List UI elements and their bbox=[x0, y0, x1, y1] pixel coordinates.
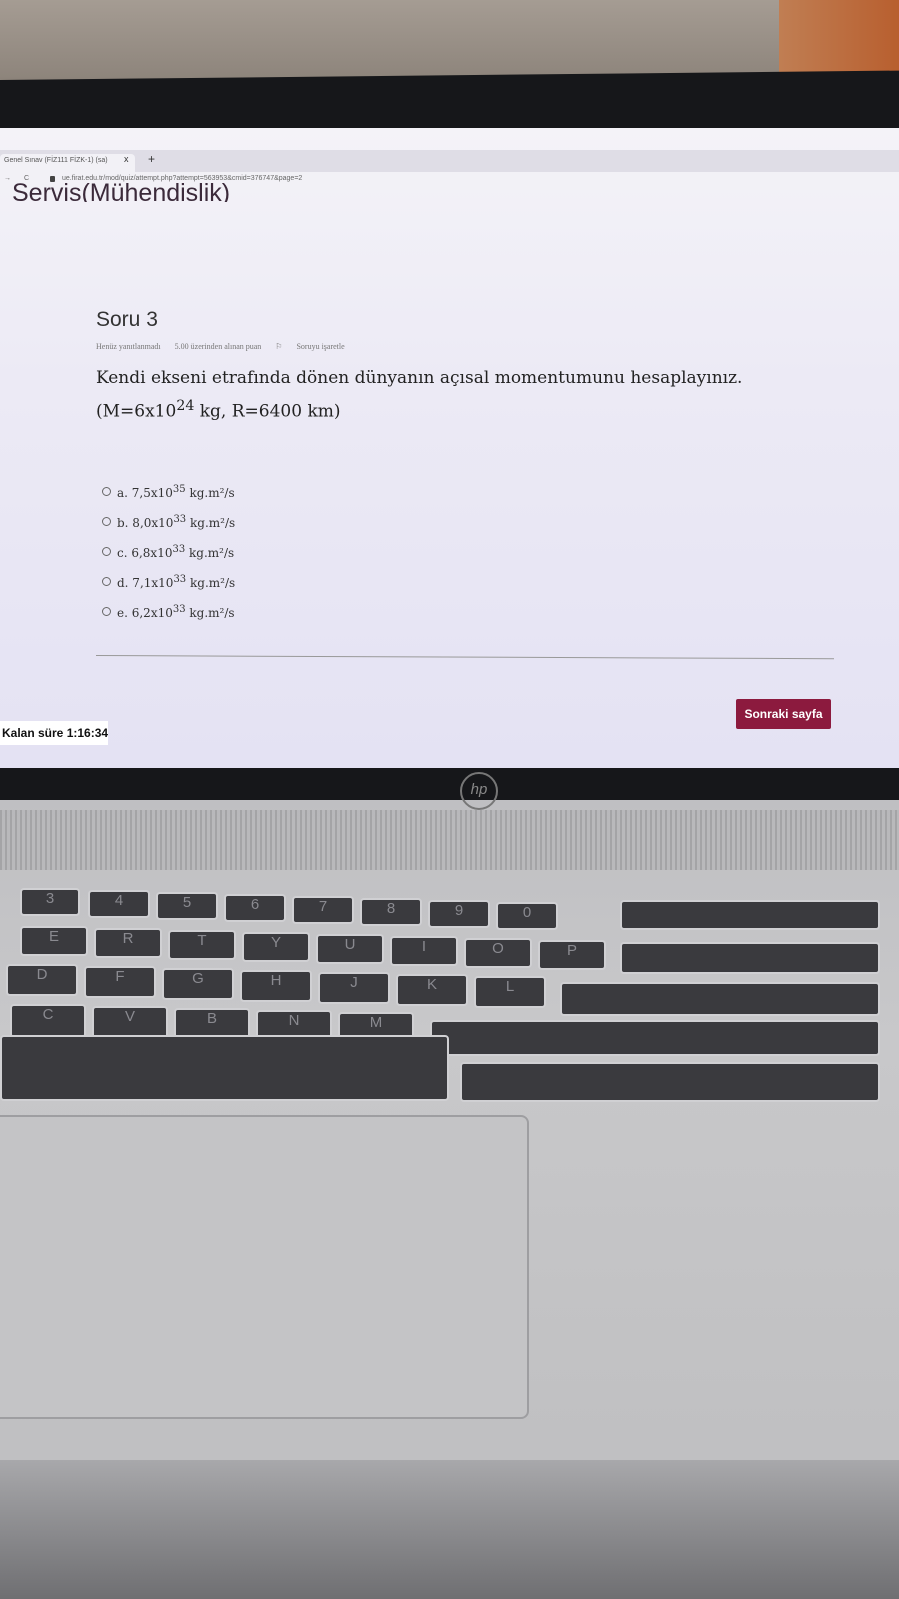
question-meta: Henüz yanıtlanmadı 5.00 üzerinden alınan… bbox=[96, 342, 369, 351]
reload-icon[interactable]: C bbox=[24, 175, 29, 182]
radio-b[interactable] bbox=[102, 517, 111, 526]
question-text-part2: kg, R=6400 km) bbox=[194, 401, 341, 422]
key: I bbox=[390, 936, 458, 966]
option-exponent: 33 bbox=[173, 574, 187, 585]
key: K bbox=[396, 974, 468, 1006]
key bbox=[430, 1020, 880, 1056]
url-field[interactable]: ue.firat.edu.tr/mod/quiz/attempt.php?att… bbox=[62, 175, 302, 182]
tab-title: Genel Sınav (FİZ111 FİZK-1) (sa) bbox=[4, 157, 108, 164]
key: 8 bbox=[360, 898, 422, 926]
key: Y bbox=[242, 932, 310, 962]
flag-question-link[interactable]: ⚐ Soruyu işaretle bbox=[275, 342, 356, 351]
close-icon[interactable]: x bbox=[124, 154, 129, 164]
browser-tabbar: Genel Sınav (FİZ111 FİZK-1) (sa) x + bbox=[0, 150, 899, 172]
key: J bbox=[318, 972, 390, 1004]
answer-option-d[interactable]: d. 7,1x1033 kg.m²/s bbox=[102, 574, 235, 590]
option-prefix: a. 7,5x10 bbox=[117, 486, 173, 500]
key: O bbox=[464, 938, 532, 968]
key: E bbox=[20, 926, 88, 956]
new-tab-button[interactable]: + bbox=[148, 152, 155, 166]
divider bbox=[95, 655, 834, 660]
key: U bbox=[316, 934, 384, 964]
key bbox=[620, 942, 880, 974]
question-title: Soru 3 bbox=[96, 308, 158, 331]
key: 0 bbox=[496, 902, 558, 930]
option-suffix: kg.m²/s bbox=[185, 546, 235, 560]
next-page-button[interactable]: Sonraki sayfa bbox=[736, 699, 831, 729]
question-points: 5.00 üzerinden alınan puan bbox=[174, 342, 262, 351]
option-exponent: 33 bbox=[172, 544, 186, 555]
option-exponent: 33 bbox=[173, 514, 187, 525]
option-suffix: kg.m²/s bbox=[185, 486, 235, 500]
laptop-edge bbox=[0, 1460, 899, 1599]
key bbox=[460, 1062, 880, 1102]
key: C bbox=[10, 1004, 86, 1038]
option-suffix: kg.m²/s bbox=[186, 576, 236, 590]
answer-option-a[interactable]: a. 7,5x1035 kg.m²/s bbox=[102, 484, 235, 500]
timer-badge: Kalan süre 1:16:34 bbox=[0, 721, 108, 745]
key: 7 bbox=[292, 896, 354, 924]
option-suffix: kg.m²/s bbox=[186, 516, 236, 530]
answer-option-b[interactable]: b. 8,0x1033 kg.m²/s bbox=[102, 514, 235, 530]
key bbox=[560, 982, 880, 1016]
radio-a[interactable] bbox=[102, 487, 111, 496]
key: H bbox=[240, 970, 312, 1002]
key: G bbox=[162, 968, 234, 1000]
key: R bbox=[94, 928, 162, 958]
speaker-grille bbox=[0, 810, 899, 870]
option-exponent: 33 bbox=[172, 604, 186, 615]
key: 9 bbox=[428, 900, 490, 928]
option-prefix: d. 7,1x10 bbox=[117, 576, 174, 590]
question-text-exponent: 24 bbox=[176, 398, 195, 414]
radio-e[interactable] bbox=[102, 607, 111, 616]
flag-icon: ⚐ bbox=[275, 342, 283, 351]
laptop-screen: Genel Sınav (FİZ111 FİZK-1) (sa) x + → C… bbox=[0, 128, 899, 768]
option-suffix: kg.m²/s bbox=[185, 606, 235, 620]
key: L bbox=[474, 976, 546, 1008]
flag-label: Soruyu işaretle bbox=[296, 342, 345, 351]
question-status: Henüz yanıtlanmadı bbox=[96, 342, 161, 351]
answer-option-c[interactable]: c. 6,8x1033 kg.m²/s bbox=[102, 544, 234, 560]
key: P bbox=[538, 940, 606, 970]
option-exponent: 35 bbox=[172, 484, 186, 495]
key: 3 bbox=[20, 888, 80, 916]
hp-logo: hp bbox=[460, 772, 498, 810]
section-heading: Servis(Mühendislik) bbox=[12, 182, 231, 202]
forward-icon[interactable]: → bbox=[4, 175, 11, 182]
key bbox=[620, 900, 880, 930]
option-prefix: b. 8,0x10 bbox=[117, 516, 174, 530]
space-key bbox=[0, 1035, 449, 1101]
question-text: Kendi ekseni etrafında dönen dünyanın aç… bbox=[96, 364, 836, 426]
radio-d[interactable] bbox=[102, 577, 111, 586]
key: T bbox=[168, 930, 236, 960]
key: D bbox=[6, 964, 78, 996]
key: 4 bbox=[88, 890, 150, 918]
answer-option-e[interactable]: e. 6,2x1033 kg.m²/s bbox=[102, 604, 235, 620]
key: 6 bbox=[224, 894, 286, 922]
radio-c[interactable] bbox=[102, 547, 111, 556]
key: F bbox=[84, 966, 156, 998]
key: 5 bbox=[156, 892, 218, 920]
browser-tab[interactable]: Genel Sınav (FİZ111 FİZK-1) (sa) bbox=[0, 154, 135, 172]
trackpad bbox=[0, 1115, 529, 1419]
option-prefix: c. 6,8x10 bbox=[117, 546, 173, 560]
option-prefix: e. 6,2x10 bbox=[117, 606, 173, 620]
